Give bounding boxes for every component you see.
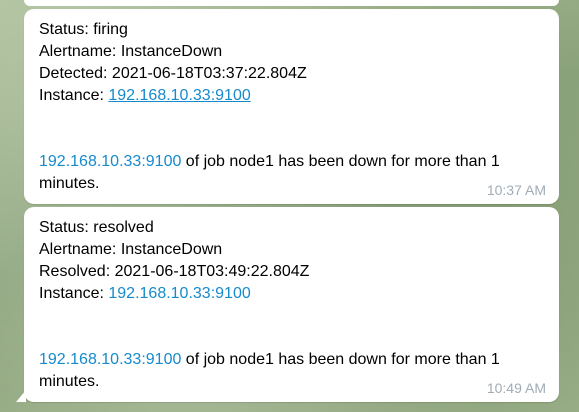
message-text: Status: resolved Alertname: InstanceDown… (39, 217, 545, 393)
instance-line: Instance: 192.168.10.33:9100 (39, 283, 545, 305)
summary-line: 192.168.10.33:9100 of job node1 has been… (39, 349, 545, 393)
instance-label: Instance: (39, 285, 109, 302)
alertname-line: Alertname: InstanceDown (39, 43, 223, 60)
summary-instance-link[interactable]: 192.168.10.33:9100 (39, 153, 181, 170)
status-line: Status: resolved (39, 219, 154, 236)
instance-label: Instance: (39, 87, 109, 104)
message-bubble-firing[interactable]: Status: firing Alertname: InstanceDown D… (24, 9, 559, 204)
message-text: Status: firing Alertname: InstanceDown D… (39, 19, 545, 195)
instance-link[interactable]: 192.168.10.33:9100 (108, 285, 250, 302)
message-timestamp: 10:37 AM (486, 182, 546, 198)
resolved-line: Resolved: 2021-06-18T03:49:22.804Z (39, 263, 310, 280)
previous-message-bubble-edge (24, 0, 559, 6)
instance-line: Instance: 192.168.10.33:9100 (39, 85, 545, 107)
status-line: Status: firing (39, 21, 128, 38)
message-timestamp: 10:49 AM (486, 380, 546, 396)
bubble-tail (16, 390, 26, 402)
detected-line: Detected: 2021-06-18T03:37:22.804Z (39, 65, 307, 82)
summary-line: 192.168.10.33:9100 of job node1 has been… (39, 151, 545, 195)
alertname-line: Alertname: InstanceDown (39, 241, 223, 258)
summary-instance-link[interactable]: 192.168.10.33:9100 (39, 351, 181, 368)
message-bubble-resolved[interactable]: Status: resolved Alertname: InstanceDown… (16, 207, 559, 402)
instance-link[interactable]: 192.168.10.33:9100 (108, 87, 250, 104)
